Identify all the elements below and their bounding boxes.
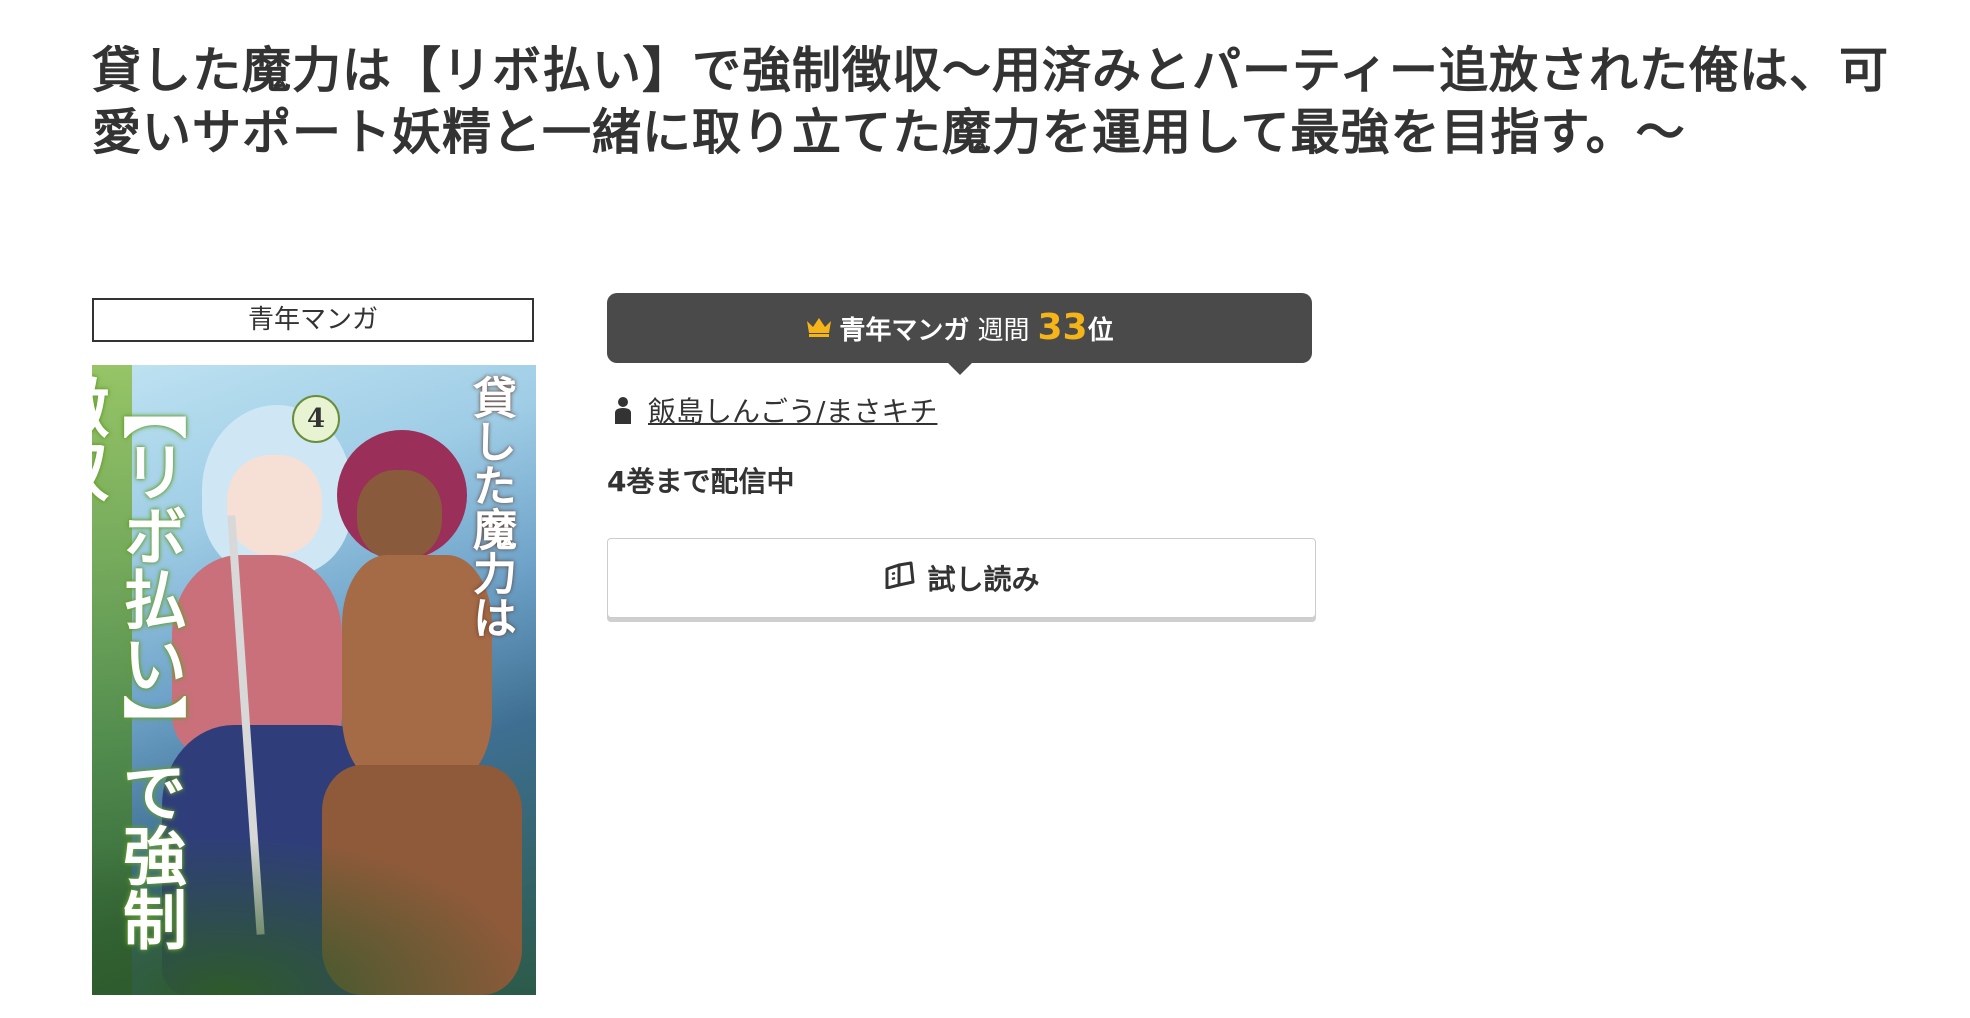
cover-subtitle: 貸した魔力は: [465, 375, 516, 639]
page: 貸した魔力は【リボ払い】で強制徴収〜用済みとパーティー追放された俺は、可愛いサポ…: [0, 0, 1970, 1018]
trial-read-label: 試し読み: [927, 563, 1040, 596]
trial-read-button[interactable]: 試し読み: [607, 538, 1316, 618]
cover-volume-number: 4: [292, 395, 340, 443]
open-book-icon: [883, 561, 917, 596]
page-title: 貸した魔力は【リボ払い】で強制徴収〜用済みとパーティー追放された俺は、可愛いサポ…: [92, 42, 1890, 161]
crown-icon: [805, 294, 833, 364]
cover-character-face: [227, 455, 322, 555]
cover-title: 【リボ払い】で強制徴収: [92, 375, 186, 951]
cover-image[interactable]: 【リボ払い】で強制徴収 貸した魔力は 4: [92, 365, 536, 995]
author-link[interactable]: 飯島しんごう/まさキチ: [648, 390, 937, 430]
volume-status: 4巻まで配信中: [607, 465, 795, 498]
ranking-category: 青年マンガ: [839, 316, 970, 346]
ranking-suffix: 位: [1087, 316, 1114, 346]
ranking-period: 週間: [977, 316, 1030, 346]
author-row: 飯島しんごう/まさキチ: [612, 390, 937, 430]
person-icon: [612, 395, 634, 425]
ranking-badge[interactable]: 青年マンガ 週間 33位: [607, 293, 1312, 375]
cover-character2-face: [357, 470, 442, 560]
category-label[interactable]: 青年マンガ: [92, 298, 534, 342]
ranking-number: 33: [1037, 307, 1088, 348]
